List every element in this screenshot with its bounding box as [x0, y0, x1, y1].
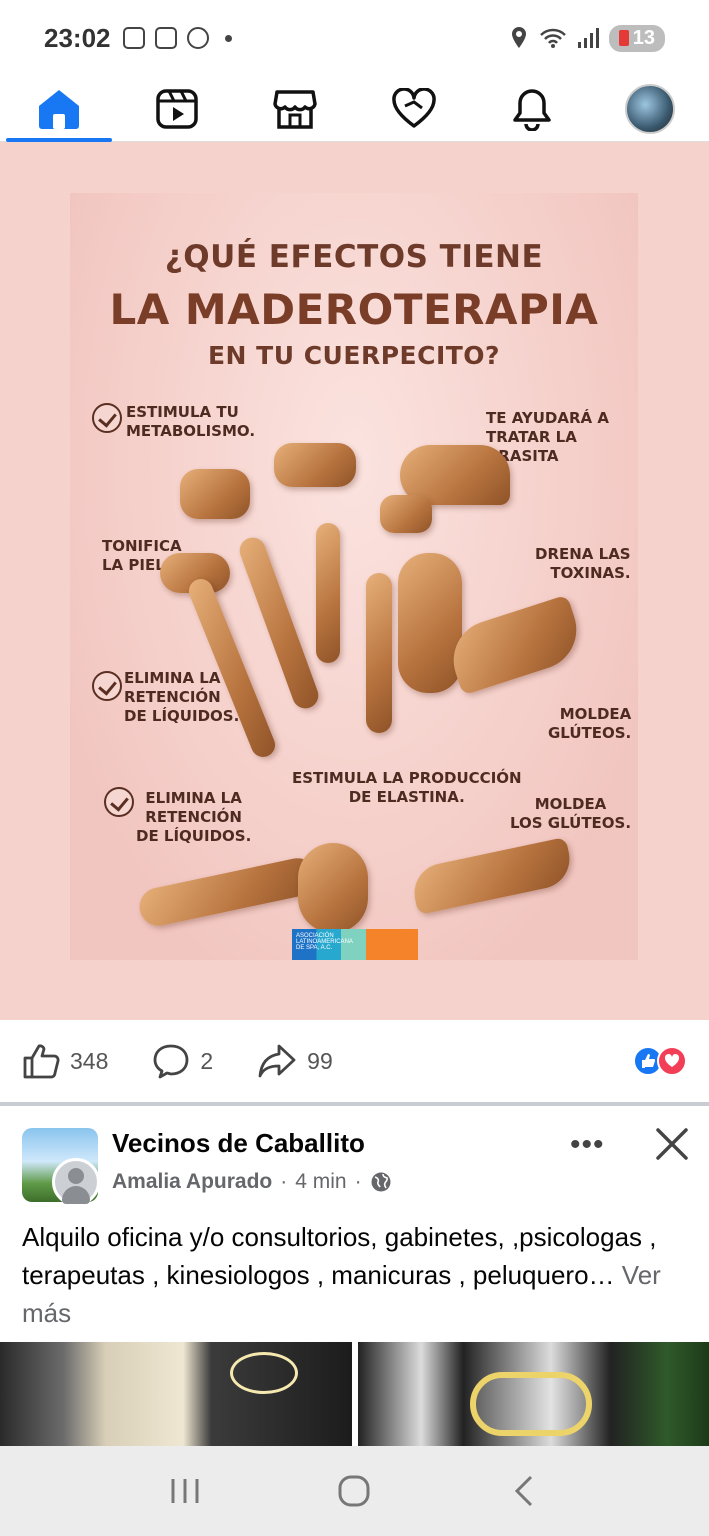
- poster-title-line1: ¿QUÉ EFECTOS TIENE: [164, 239, 544, 275]
- poster-note-moldea-2: MOLDEA LOS GLÚTEOS.: [510, 795, 632, 832]
- post-photo[interactable]: [358, 1342, 709, 1446]
- battery-low-icon: [618, 30, 629, 46]
- nav-reels[interactable]: [118, 76, 236, 141]
- post-image[interactable]: ¿QUÉ EFECTOS TIENE LA MADEROTERAPIA EN T…: [70, 193, 638, 960]
- love-reaction-icon: [657, 1046, 687, 1076]
- meta-separator: ·: [280, 1170, 288, 1193]
- americas-map-icon: [366, 929, 418, 960]
- video-icon: [156, 88, 198, 129]
- wood-triangle: [443, 594, 587, 696]
- post-meta: Amalia Apurado · 4 min ·: [112, 1170, 392, 1194]
- avatar: [624, 83, 675, 134]
- location-icon: [511, 27, 526, 48]
- home-circle-icon: [338, 1475, 370, 1507]
- poster-note-retencion-2: ELIMINA LA RETENCIÓN DE LÍQUIDOS.: [136, 789, 252, 845]
- check-icon: [104, 787, 134, 817]
- wood-triangle: [408, 836, 576, 916]
- post-actions: 348 2 99: [0, 1020, 709, 1102]
- post-time[interactable]: 4 min: [295, 1170, 346, 1194]
- system-navigation-bar: [0, 1446, 709, 1536]
- top-navigation: [0, 76, 709, 142]
- comment-icon: [153, 1044, 189, 1079]
- thumbs-up-icon: [23, 1044, 60, 1079]
- wifi-icon: [539, 28, 566, 48]
- heart-icon: [391, 87, 436, 128]
- nav-notifications[interactable]: [473, 76, 591, 141]
- group-name-link[interactable]: Vecinos de Caballito: [112, 1128, 365, 1159]
- comment-button[interactable]: 2: [152, 1043, 213, 1079]
- bell-icon: [513, 88, 551, 131]
- store-icon: [273, 89, 318, 129]
- poster-title-line3: EN TU CUERPECITO?: [207, 341, 501, 370]
- back-icon: [515, 1475, 533, 1507]
- poster-title-line2: LA MADEROTERAPIA: [109, 285, 599, 334]
- battery-level: 13: [632, 26, 655, 49]
- feed-post: Vecinos de Caballito Amalia Apurado · 4 …: [0, 1106, 709, 1446]
- globe-icon: [371, 1172, 391, 1192]
- wood-cup: [298, 843, 368, 933]
- wood-mushroom: [398, 553, 462, 693]
- author-avatar[interactable]: [52, 1158, 100, 1206]
- like-count: 348: [70, 1047, 109, 1074]
- whatsapp-icon: [186, 27, 209, 49]
- status-notification-icons: [122, 27, 232, 49]
- instagram-icon: [154, 27, 177, 49]
- share-count: 99: [307, 1047, 333, 1074]
- wood-roller: [380, 495, 432, 533]
- poster-note-elastina: ESTIMULA LA PRODUCCIÓN DE ELASTINA.: [292, 769, 522, 806]
- meta-separator: ·: [354, 1170, 362, 1193]
- check-icon: [92, 403, 122, 433]
- recent-apps-icon: [171, 1479, 199, 1503]
- post-image-container[interactable]: ¿QUÉ EFECTOS TIENE LA MADEROTERAPIA EN T…: [0, 142, 709, 1020]
- poster-note-moldea-1: MOLDEA GLÚTEOS.: [548, 705, 632, 742]
- post-text: Alquilo oficina y/o consultorios, gabine…: [22, 1218, 692, 1332]
- wood-handle: [366, 573, 392, 733]
- home-icon: [39, 89, 80, 129]
- status-time: 23:02: [44, 22, 111, 53]
- recent-apps-button[interactable]: [155, 1461, 215, 1521]
- back-button[interactable]: [494, 1461, 554, 1521]
- home-button[interactable]: [324, 1461, 384, 1521]
- share-icon: [258, 1044, 296, 1078]
- nav-dating[interactable]: [355, 76, 473, 141]
- wood-roller: [274, 443, 356, 487]
- poster-note-drena: DRENA LAS TOXINAS.: [535, 545, 631, 582]
- nav-marketplace[interactable]: [236, 76, 354, 141]
- wood-stick: [136, 854, 320, 930]
- status-system-icons: 13: [509, 24, 665, 52]
- more-options-button[interactable]: •••: [570, 1128, 605, 1162]
- like-button[interactable]: 348: [22, 1043, 108, 1079]
- calendar-icon: [122, 27, 145, 49]
- share-button[interactable]: 99: [257, 1043, 333, 1079]
- logo-text: ASOCIACIÓN LATINOAMERICANA DE SPA, A.C.: [292, 929, 366, 960]
- nav-profile[interactable]: [591, 76, 709, 141]
- post-photo[interactable]: [0, 1342, 352, 1446]
- poster-note-metabolismo: ESTIMULA TU METABOLISMO.: [126, 403, 256, 440]
- battery-indicator: 13: [608, 24, 665, 52]
- post-photos: [0, 1342, 709, 1446]
- check-icon: [92, 671, 122, 701]
- post-body: Alquilo oficina y/o consultorios, gabine…: [22, 1222, 657, 1290]
- nav-home[interactable]: [0, 76, 118, 142]
- signal-icon: [577, 28, 599, 48]
- spa-association-logo: ASOCIACIÓN LATINOAMERICANA DE SPA, A.C.: [292, 929, 418, 960]
- reaction-summary[interactable]: [633, 1046, 687, 1076]
- author-name-link[interactable]: Amalia Apurado: [112, 1170, 272, 1194]
- status-bar: 23:02 13: [0, 0, 709, 76]
- wood-handle: [316, 523, 340, 663]
- close-icon[interactable]: [652, 1124, 692, 1164]
- comment-count: 2: [200, 1047, 214, 1074]
- wood-roller: [180, 469, 250, 519]
- more-notifications-dot: [224, 34, 232, 42]
